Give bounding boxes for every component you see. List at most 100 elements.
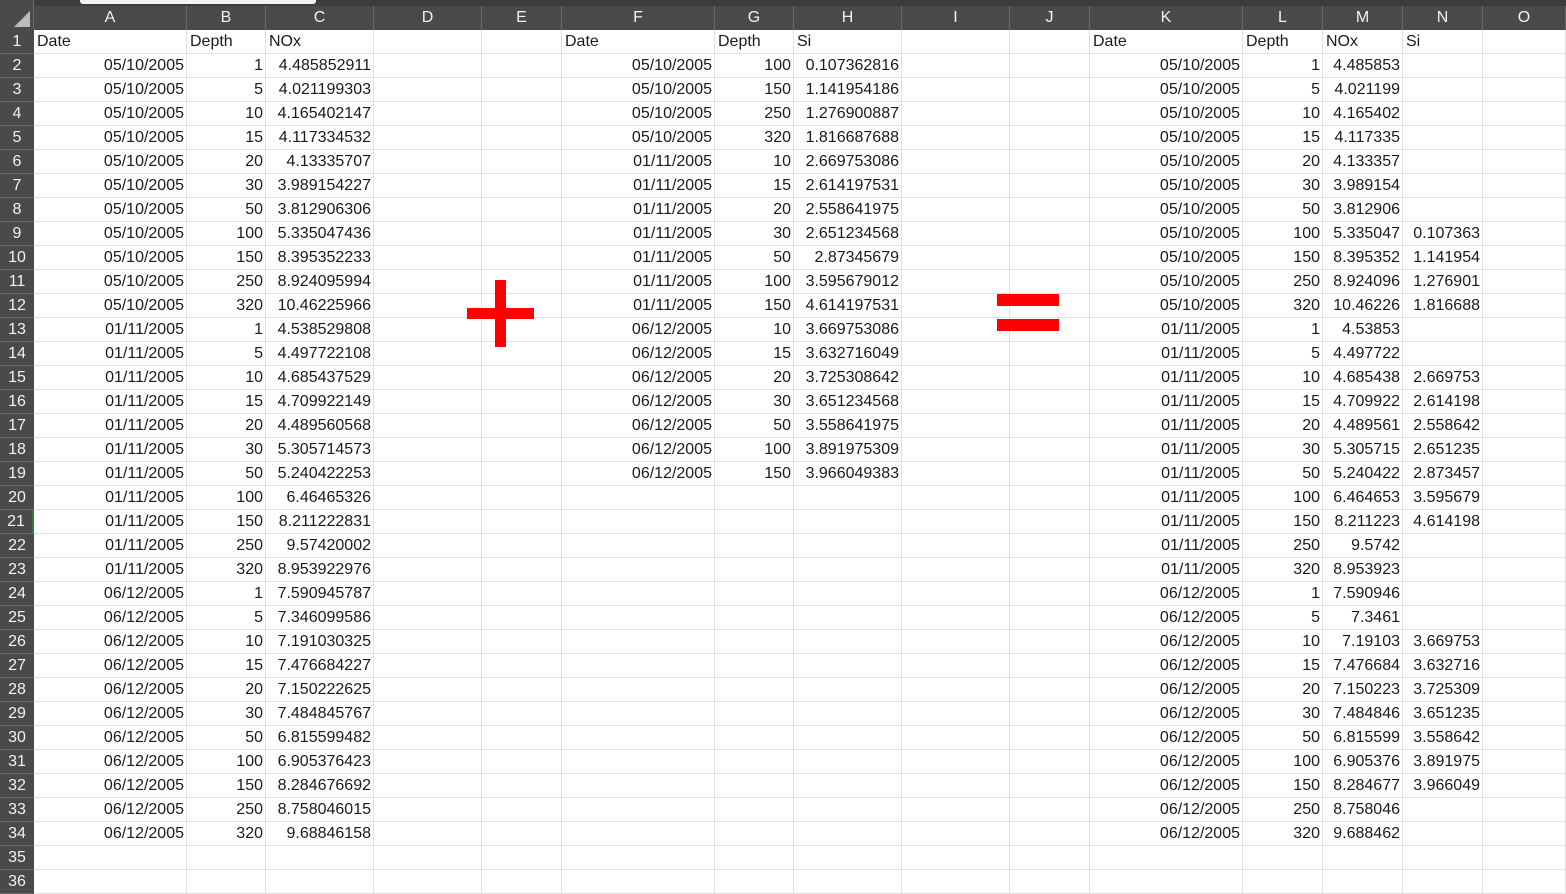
row-header-29[interactable]: 29 <box>0 702 34 726</box>
table1-data-cell[interactable]: 05/10/2005 <box>34 246 187 270</box>
table3-data-cell[interactable]: 0.107363 <box>1403 222 1483 246</box>
table2-data-cell[interactable]: 3.632716049 <box>794 342 902 366</box>
table3-data-cell[interactable]: 15 <box>1243 390 1323 414</box>
table1-data-cell[interactable]: 4.485852911 <box>266 54 374 78</box>
table1-data-cell[interactable]: 4.165402147 <box>266 102 374 126</box>
table2-data-cell[interactable]: 01/11/2005 <box>562 174 715 198</box>
table3-data-cell[interactable]: 4.489561 <box>1323 414 1403 438</box>
table3-header-cell[interactable]: Date <box>1090 30 1243 54</box>
table1-data-cell[interactable]: 05/10/2005 <box>34 102 187 126</box>
table3-data-cell[interactable]: 8.953923 <box>1323 558 1403 582</box>
table1-data-cell[interactable]: 01/11/2005 <box>34 486 187 510</box>
table3-data-cell[interactable]: 250 <box>1243 270 1323 294</box>
table2-data-cell[interactable]: 250 <box>715 102 794 126</box>
row-header-10[interactable]: 10 <box>0 246 34 270</box>
table3-data-cell[interactable]: 3.891975 <box>1403 750 1483 774</box>
column-header-n[interactable]: N <box>1403 6 1483 30</box>
table3-data-cell[interactable]: 05/10/2005 <box>1090 150 1243 174</box>
table1-data-cell[interactable]: 05/10/2005 <box>34 222 187 246</box>
table1-data-cell[interactable]: 1 <box>187 582 266 606</box>
table1-data-cell[interactable]: 100 <box>187 486 266 510</box>
table2-data-cell[interactable]: 50 <box>715 246 794 270</box>
table1-data-cell[interactable]: 10 <box>187 366 266 390</box>
table1-data-cell[interactable]: 15 <box>187 390 266 414</box>
table3-data-cell[interactable]: 05/10/2005 <box>1090 198 1243 222</box>
table3-data-cell[interactable]: 10 <box>1243 102 1323 126</box>
table1-data-cell[interactable]: 4.13335707 <box>266 150 374 174</box>
table3-data-cell[interactable]: 01/11/2005 <box>1090 390 1243 414</box>
table2-data-cell[interactable]: 2.669753086 <box>794 150 902 174</box>
table3-data-cell[interactable]: 8.924096 <box>1323 270 1403 294</box>
table3-data-cell[interactable]: 3.651235 <box>1403 702 1483 726</box>
table2-data-cell[interactable]: 06/12/2005 <box>562 366 715 390</box>
table1-data-cell[interactable]: 8.758046015 <box>266 798 374 822</box>
table1-data-cell[interactable]: 4.685437529 <box>266 366 374 390</box>
row-header-26[interactable]: 26 <box>0 630 34 654</box>
table3-data-cell[interactable]: 4.165402 <box>1323 102 1403 126</box>
table2-data-cell[interactable]: 01/11/2005 <box>562 294 715 318</box>
row-header-32[interactable]: 32 <box>0 774 34 798</box>
column-header-o[interactable]: O <box>1483 6 1566 30</box>
table3-data-cell[interactable]: 100 <box>1243 486 1323 510</box>
table3-data-cell[interactable]: 4.614198 <box>1403 510 1483 534</box>
table2-data-cell[interactable]: 06/12/2005 <box>562 414 715 438</box>
column-header-m[interactable]: M <box>1323 6 1403 30</box>
table3-data-cell[interactable]: 3.669753 <box>1403 630 1483 654</box>
table1-data-cell[interactable]: 05/10/2005 <box>34 54 187 78</box>
table3-data-cell[interactable]: 50 <box>1243 462 1323 486</box>
table2-data-cell[interactable]: 05/10/2005 <box>562 54 715 78</box>
table1-data-cell[interactable]: 50 <box>187 198 266 222</box>
table3-data-cell[interactable]: 9.5742 <box>1323 534 1403 558</box>
table1-data-cell[interactable]: 06/12/2005 <box>34 630 187 654</box>
table2-data-cell[interactable]: 15 <box>715 174 794 198</box>
table3-data-cell[interactable]: 8.211223 <box>1323 510 1403 534</box>
spreadsheet-grid[interactable]: A B C D E F G H I J K L M N O 1 2 3 4 5 6 7 8 9 10 11 12 13 14 15 16 17… <box>0 0 1566 894</box>
table3-data-cell[interactable]: 05/10/2005 <box>1090 174 1243 198</box>
column-header-h[interactable]: H <box>794 6 902 30</box>
table2-header-cell[interactable]: Si <box>794 30 902 54</box>
table1-data-cell[interactable]: 4.117334532 <box>266 126 374 150</box>
table1-data-cell[interactable]: 01/11/2005 <box>34 462 187 486</box>
table1-data-cell[interactable]: 1 <box>187 318 266 342</box>
column-header-i[interactable]: I <box>902 6 1010 30</box>
table2-data-cell[interactable]: 3.966049383 <box>794 462 902 486</box>
table3-data-cell[interactable]: 01/11/2005 <box>1090 438 1243 462</box>
table3-data-cell[interactable]: 2.669753 <box>1403 366 1483 390</box>
table3-data-cell[interactable]: 05/10/2005 <box>1090 78 1243 102</box>
table1-data-cell[interactable]: 4.497722108 <box>266 342 374 366</box>
table3-data-cell[interactable]: 20 <box>1243 678 1323 702</box>
table3-data-cell[interactable]: 6.464653 <box>1323 486 1403 510</box>
table1-data-cell[interactable]: 250 <box>187 534 266 558</box>
table1-data-cell[interactable]: 8.395352233 <box>266 246 374 270</box>
table1-data-cell[interactable]: 5.305714573 <box>266 438 374 462</box>
table2-data-cell[interactable]: 10 <box>715 318 794 342</box>
table1-data-cell[interactable]: 10.46225966 <box>266 294 374 318</box>
table3-data-cell[interactable]: 1.276901 <box>1403 270 1483 294</box>
table1-data-cell[interactable]: 01/11/2005 <box>34 318 187 342</box>
table1-data-cell[interactable]: 4.489560568 <box>266 414 374 438</box>
select-all-corner[interactable] <box>0 0 34 30</box>
table3-data-cell[interactable]: 1 <box>1243 54 1323 78</box>
table1-data-cell[interactable]: 7.346099586 <box>266 606 374 630</box>
table3-data-cell[interactable]: 15 <box>1243 654 1323 678</box>
row-header-23[interactable]: 23 <box>0 558 34 582</box>
row-header-17[interactable]: 17 <box>0 414 34 438</box>
row-header-24[interactable]: 24 <box>0 582 34 606</box>
table3-data-cell[interactable]: 05/10/2005 <box>1090 270 1243 294</box>
table2-data-cell[interactable]: 0.107362816 <box>794 54 902 78</box>
row-header-20[interactable]: 20 <box>0 486 34 510</box>
table1-data-cell[interactable]: 30 <box>187 174 266 198</box>
table1-data-cell[interactable]: 30 <box>187 702 266 726</box>
table2-data-cell[interactable]: 150 <box>715 462 794 486</box>
table3-data-cell[interactable]: 01/11/2005 <box>1090 534 1243 558</box>
row-header-3[interactable]: 3 <box>0 78 34 102</box>
table3-data-cell[interactable]: 10 <box>1243 630 1323 654</box>
table1-header-cell[interactable]: Date <box>34 30 187 54</box>
row-header-19[interactable]: 19 <box>0 462 34 486</box>
row-header-11[interactable]: 11 <box>0 270 34 294</box>
table3-data-cell[interactable]: 4.709922 <box>1323 390 1403 414</box>
table3-data-cell[interactable]: 320 <box>1243 558 1323 582</box>
table2-data-cell[interactable]: 30 <box>715 390 794 414</box>
table3-data-cell[interactable]: 8.284677 <box>1323 774 1403 798</box>
table3-data-cell[interactable]: 1.141954 <box>1403 246 1483 270</box>
